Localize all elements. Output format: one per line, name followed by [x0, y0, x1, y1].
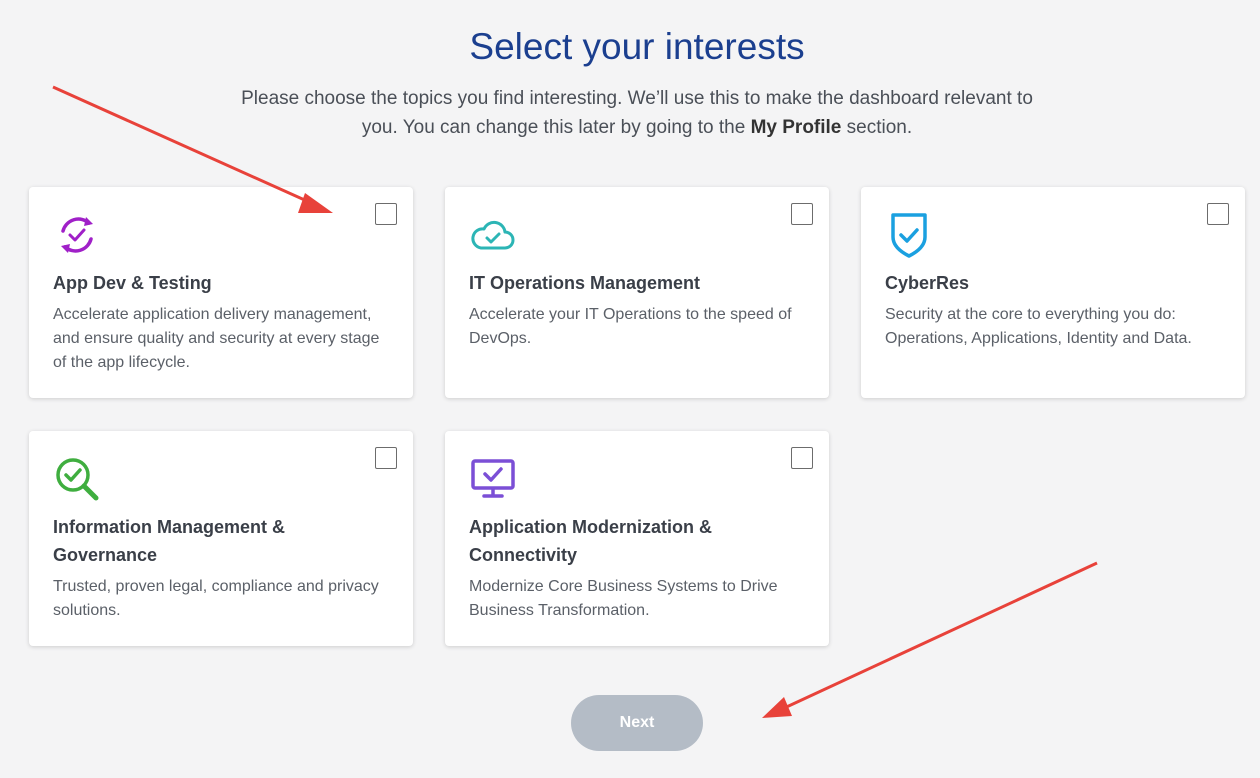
- my-profile-emphasis: My Profile: [750, 117, 842, 138]
- shield-check-icon: [891, 213, 927, 258]
- monitor-check-icon: [471, 459, 515, 498]
- page-subtitle: Please choose the topics you find intere…: [237, 84, 1037, 142]
- annotation-arrowhead: [762, 697, 792, 718]
- interest-card-cyberres[interactable]: CyberRes Security at the core to everyth…: [861, 187, 1245, 398]
- interest-checkbox[interactable]: [1207, 203, 1229, 225]
- card-title: CyberRes: [885, 273, 970, 293]
- interest-checkbox[interactable]: [791, 203, 813, 225]
- next-button[interactable]: Next: [571, 695, 703, 751]
- card-description: Accelerate application delivery manageme…: [53, 306, 380, 371]
- interest-checkbox[interactable]: [375, 447, 397, 469]
- card-description: Trusted, proven legal, compliance and pr…: [53, 578, 379, 619]
- card-title: App Dev & Testing: [53, 273, 212, 293]
- card-title: Application Modernization & Connectivity: [469, 517, 712, 565]
- interest-card-app-dev[interactable]: App Dev & Testing Accelerate application…: [29, 187, 413, 398]
- card-description: Modernize Core Business Systems to Drive…: [469, 578, 778, 619]
- interest-checkbox[interactable]: [375, 203, 397, 225]
- subtitle-text: Please choose the topics you find intere…: [241, 88, 1033, 138]
- interest-card-app-modernization[interactable]: Application Modernization & Connectivity…: [445, 431, 829, 646]
- card-description: Accelerate your IT Operations to the spe…: [469, 306, 792, 347]
- page-title: Select your interests: [469, 26, 805, 67]
- interest-checkbox[interactable]: [791, 447, 813, 469]
- interest-card-it-operations[interactable]: IT Operations Management Accelerate your…: [445, 187, 829, 398]
- cycle-check-icon: [61, 217, 93, 253]
- subtitle-text-end: section.: [841, 117, 913, 138]
- card-title: Information Management & Governance: [53, 517, 286, 565]
- magnifier-check-icon: [56, 458, 99, 501]
- interest-card-information-management[interactable]: Information Management & Governance Trus…: [29, 431, 413, 646]
- card-description: Security at the core to everything you d…: [885, 306, 1192, 347]
- card-title: IT Operations Management: [469, 273, 701, 293]
- cloud-check-icon: [471, 220, 515, 250]
